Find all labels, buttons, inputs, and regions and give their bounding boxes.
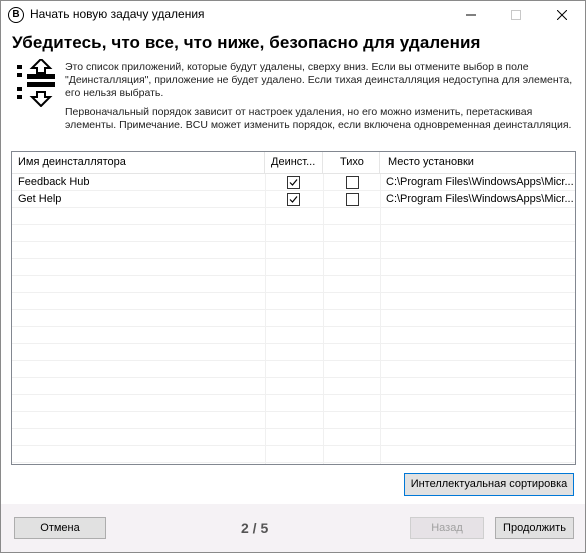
uninstall-checkbox[interactable] [287, 193, 300, 206]
dialog-window: B Начать новую задачу удаления Убедитесь… [0, 0, 586, 553]
close-icon[interactable] [539, 1, 584, 28]
sort-order-icon [15, 57, 57, 108]
next-button[interactable]: Продолжить [495, 517, 574, 539]
page-heading: Убедитесь, что все, что ниже, безопасно … [12, 33, 481, 52]
step-indicator: 2 / 5 [241, 520, 269, 536]
info-paragraph-2: Первоначальный порядок зависит от настро… [65, 106, 572, 131]
cancel-button[interactable]: Отмена [14, 517, 106, 539]
minimize-icon[interactable] [448, 1, 493, 28]
row-name: Get Help [18, 193, 62, 205]
uninstaller-list[interactable]: Имя деинсталлятора Деинст... Тихо Место … [11, 151, 576, 465]
column-header-location[interactable]: Место установки [380, 152, 575, 173]
window-title: Начать новую задачу удаления [30, 7, 205, 21]
app-icon: B [8, 7, 24, 23]
quiet-checkbox[interactable] [346, 176, 359, 189]
list-header: Имя деинсталлятора Деинст... Тихо Место … [12, 152, 575, 174]
list-gridlines [12, 174, 575, 464]
table-row[interactable]: Get Help C:\Program Files\WindowsApps\Mi… [12, 191, 575, 208]
back-button: Назад [410, 517, 484, 539]
grid-divider [380, 174, 381, 464]
footer-bar: Отмена 2 / 5 Назад Продолжить [1, 504, 585, 552]
maximize-icon [493, 1, 538, 28]
table-row[interactable]: Feedback Hub C:\Program Files\WindowsApp… [12, 174, 575, 191]
row-location: C:\Program Files\WindowsApps\Micr... [386, 176, 573, 188]
row-location: C:\Program Files\WindowsApps\Micr... [386, 193, 573, 205]
uninstall-checkbox[interactable] [287, 176, 300, 189]
title-bar[interactable]: B Начать новую задачу удаления [1, 1, 585, 28]
column-header-name[interactable]: Имя деинсталлятора [12, 152, 265, 173]
grid-divider [265, 174, 266, 464]
grid-divider [323, 174, 324, 464]
info-paragraph-1: Это список приложений, которые будут уда… [65, 61, 573, 99]
quiet-checkbox[interactable] [346, 193, 359, 206]
row-name: Feedback Hub [18, 176, 90, 188]
column-header-uninstall[interactable]: Деинст... [265, 152, 323, 173]
column-header-quiet[interactable]: Тихо [323, 152, 380, 173]
smart-sort-button[interactable]: Интеллектуальная сортировка [404, 473, 574, 496]
